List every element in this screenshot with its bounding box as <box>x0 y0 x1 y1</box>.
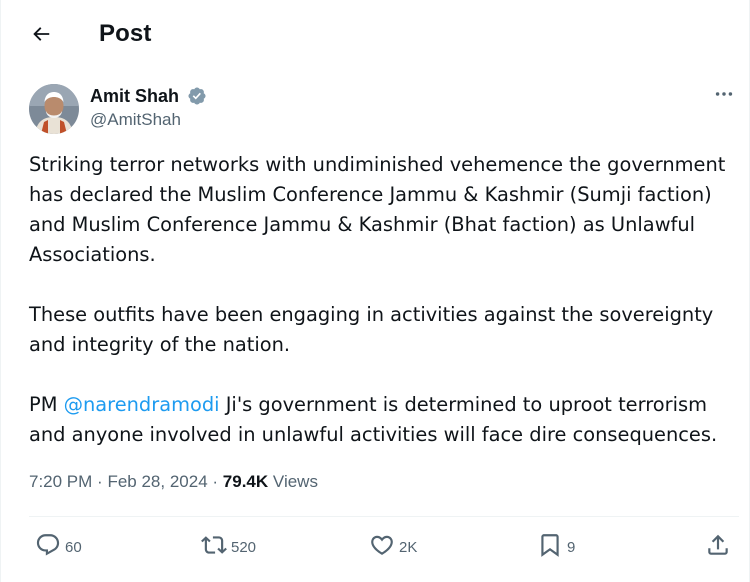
repost-count: 520 <box>231 538 257 556</box>
post-text-prefix: PM <box>29 393 64 416</box>
post-text: Striking terror networks with undiminish… <box>29 150 739 450</box>
post-text-line: and Muslim Conference Jammu & Kashmir (B… <box>29 213 696 236</box>
post-time[interactable]: 7:20 PM <box>29 472 92 491</box>
post-header: Post <box>1 0 750 70</box>
reply-icon <box>35 532 61 563</box>
divider <box>29 516 739 517</box>
post-text-line: PM @narendramodi Ji's government is dete… <box>29 390 739 420</box>
post-date[interactable]: Feb 28, 2024 <box>107 472 207 491</box>
views-count: 79.4K <box>222 472 269 491</box>
author-handle[interactable]: @AmitShah <box>90 110 181 130</box>
action-bar: 60 520 2K 9 <box>1 530 750 564</box>
post-text-line: has declared the Muslim Conference Jammu… <box>29 183 712 206</box>
arrow-left-icon <box>30 23 52 50</box>
post-text-line: Striking terror networks with undiminish… <box>29 153 726 176</box>
post-meta: 7:20 PM · Feb 28, 2024 · 79.4K Views <box>29 472 318 492</box>
back-button[interactable] <box>23 20 59 52</box>
meta-separator: · <box>212 472 219 491</box>
reply-count: 60 <box>65 538 82 556</box>
more-horizontal-icon <box>713 83 735 110</box>
bookmark-count: 9 <box>567 538 576 556</box>
page-title: Post <box>99 20 152 47</box>
meta-separator: · <box>97 472 103 491</box>
repost-icon <box>201 532 227 563</box>
reply-button[interactable]: 60 <box>35 530 82 564</box>
post-text-line: Associations. <box>29 243 156 266</box>
views-label: Views <box>272 472 318 491</box>
share-icon <box>705 532 731 563</box>
more-options-button[interactable] <box>709 84 739 108</box>
repost-button[interactable]: 520 <box>201 530 256 564</box>
mention-link[interactable]: @narendramodi <box>64 393 220 416</box>
avatar[interactable] <box>29 84 79 134</box>
like-button[interactable]: 2K <box>369 530 417 564</box>
author-name[interactable]: Amit Shah <box>90 86 179 107</box>
post-page: Post Amit Shah @AmitShah Striking terror… <box>0 0 750 582</box>
verified-badge-icon <box>187 86 207 106</box>
heart-icon <box>369 532 395 563</box>
bookmark-icon <box>537 532 563 563</box>
share-button[interactable] <box>705 530 731 564</box>
bookmark-button[interactable]: 9 <box>537 530 575 564</box>
post-text-suffix: Ji's government is determined to uproot … <box>219 393 708 416</box>
like-count: 2K <box>399 538 418 556</box>
post-text-line: and integrity of the nation. <box>29 333 291 356</box>
post-text-line: and anyone involved in unlawful activiti… <box>29 423 718 446</box>
post-text-line: These outfits have been engaging in acti… <box>29 303 714 326</box>
